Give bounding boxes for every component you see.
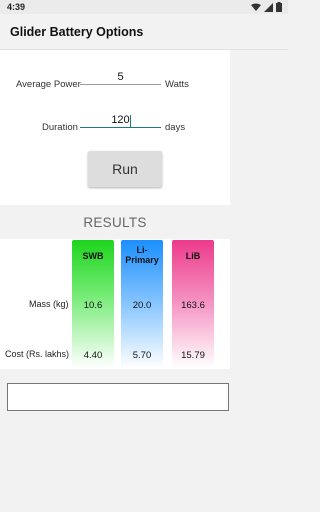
mass-value-swb: 10.6 — [83, 300, 103, 311]
duration-value: 120 — [111, 114, 130, 126]
power-value: 5 — [117, 71, 124, 83]
app-bar: Glider Battery Options — [0, 14, 288, 50]
column-header-li-primary: Li- Primary — [125, 245, 159, 265]
text-caret — [130, 115, 131, 127]
status-icons — [251, 2, 282, 12]
mass-value-lib: 163.6 — [181, 300, 205, 311]
column-header-swb: SWB — [82, 251, 104, 261]
status-bar: 4:39 — [0, 0, 288, 14]
duration-input[interactable]: 120 — [80, 114, 161, 128]
power-label: Average Power — [16, 79, 81, 90]
cost-value-lib: 15.79 — [181, 350, 205, 361]
status-time: 4:39 — [7, 2, 26, 12]
cost-row-label: Cost (Rs. lakhs) — [5, 349, 70, 359]
duration-label: Duration — [42, 122, 78, 133]
result-column-li-primary: Li- Primary 20.0 5.70 — [121, 240, 163, 368]
signal-icon — [264, 2, 273, 12]
battery-icon — [276, 2, 282, 12]
column-header-lib: LiB — [185, 251, 201, 261]
wifi-icon — [251, 3, 261, 11]
results-table: Mass (kg) Cost (Rs. lakhs) SWB 10.6 4.40… — [0, 239, 230, 369]
mass-row-label: Mass (kg) — [29, 299, 69, 309]
app-title: Glider Battery Options — [10, 25, 144, 39]
power-input[interactable]: 5 — [80, 71, 161, 85]
duration-unit: days — [165, 122, 186, 133]
result-column-lib: LiB 163.6 15.79 — [172, 240, 214, 368]
mass-value-li-primary: 20.0 — [132, 300, 152, 311]
results-title: RESULTS — [83, 215, 147, 230]
result-column-swb: SWB 10.6 4.40 — [72, 240, 114, 368]
run-button[interactable]: Run — [88, 151, 162, 187]
cost-value-li-primary: 5.70 — [132, 350, 152, 361]
output-box[interactable] — [7, 383, 229, 411]
power-unit: Watts — [165, 79, 189, 90]
cost-value-swb: 4.40 — [83, 350, 103, 361]
